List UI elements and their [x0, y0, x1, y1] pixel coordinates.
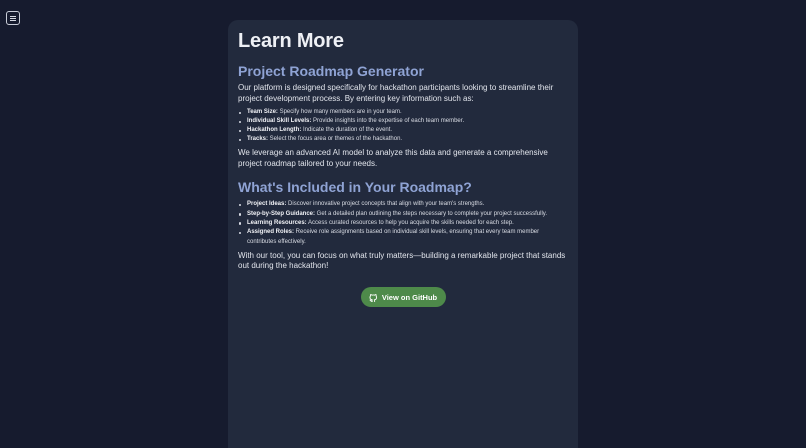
- list-item: Step-by-Step Guidance: Get a detailed pl…: [239, 210, 568, 219]
- section-heading-roadmap-generator: Project Roadmap Generator: [238, 63, 424, 79]
- section2-outro: With our tool, you can focus on what tru…: [238, 250, 566, 271]
- section-heading-included: What's Included in Your Roadmap?: [238, 179, 472, 196]
- view-on-github-button[interactable]: View on GitHub: [360, 287, 446, 308]
- list-item-label: Learning Resources:: [247, 219, 307, 226]
- list-item-label: Team Size:: [247, 109, 278, 116]
- list-item: Tracks: Select the focus area or themes …: [239, 135, 568, 144]
- list-item: Assigned Roles: Receive role assignments…: [239, 228, 568, 247]
- list-item-text: Select the focus area or themes of the h…: [268, 136, 403, 143]
- github-button-wrapper: View on GitHub: [238, 287, 568, 308]
- menu-button[interactable]: [6, 11, 20, 25]
- learn-more-card: Learn More Project Roadmap Generator Our…: [228, 20, 578, 448]
- list-item-text: Discover innovative project concepts tha…: [286, 201, 485, 208]
- list-item-text: Access curated resources to help you acq…: [306, 219, 514, 226]
- list-item: Individual Skill Levels: Provide insight…: [239, 117, 568, 126]
- list-item-label: Tracks:: [247, 136, 269, 143]
- list-item-text: Get a detailed plan outlining the steps …: [315, 210, 548, 217]
- list-item-label: Project Ideas:: [247, 201, 287, 208]
- list-item-label: Hackathon Length:: [247, 127, 302, 134]
- input-list: Team Size: Specify how many members are …: [238, 108, 568, 144]
- list-item: Project Ideas: Discover innovative proje…: [239, 200, 568, 209]
- list-item-text: Provide insights into the expertise of e…: [311, 118, 465, 125]
- section1-outro: We leverage an advanced AI model to anal…: [238, 148, 548, 168]
- list-item-label: Step-by-Step Guidance:: [247, 210, 316, 217]
- list-item-label: Individual Skill Levels:: [247, 118, 312, 125]
- list-item-text: Indicate the duration of the event.: [301, 127, 393, 134]
- section1-intro: Our platform is designed specifically fo…: [238, 83, 554, 103]
- hamburger-menu-icon: [10, 15, 16, 21]
- list-item: Hackathon Length: Indicate the duration …: [239, 126, 568, 135]
- github-icon: [369, 293, 377, 302]
- list-item-text: Specify how many members are in your tea…: [277, 109, 402, 116]
- features-list: Project Ideas: Discover innovative proje…: [238, 200, 568, 246]
- list-item: Learning Resources: Access curated resou…: [239, 219, 568, 228]
- list-item: Team Size: Specify how many members are …: [239, 108, 568, 117]
- github-button-label: View on GitHub: [381, 292, 438, 302]
- page-title: Learn More: [238, 30, 344, 52]
- list-item-label: Assigned Roles:: [247, 229, 295, 236]
